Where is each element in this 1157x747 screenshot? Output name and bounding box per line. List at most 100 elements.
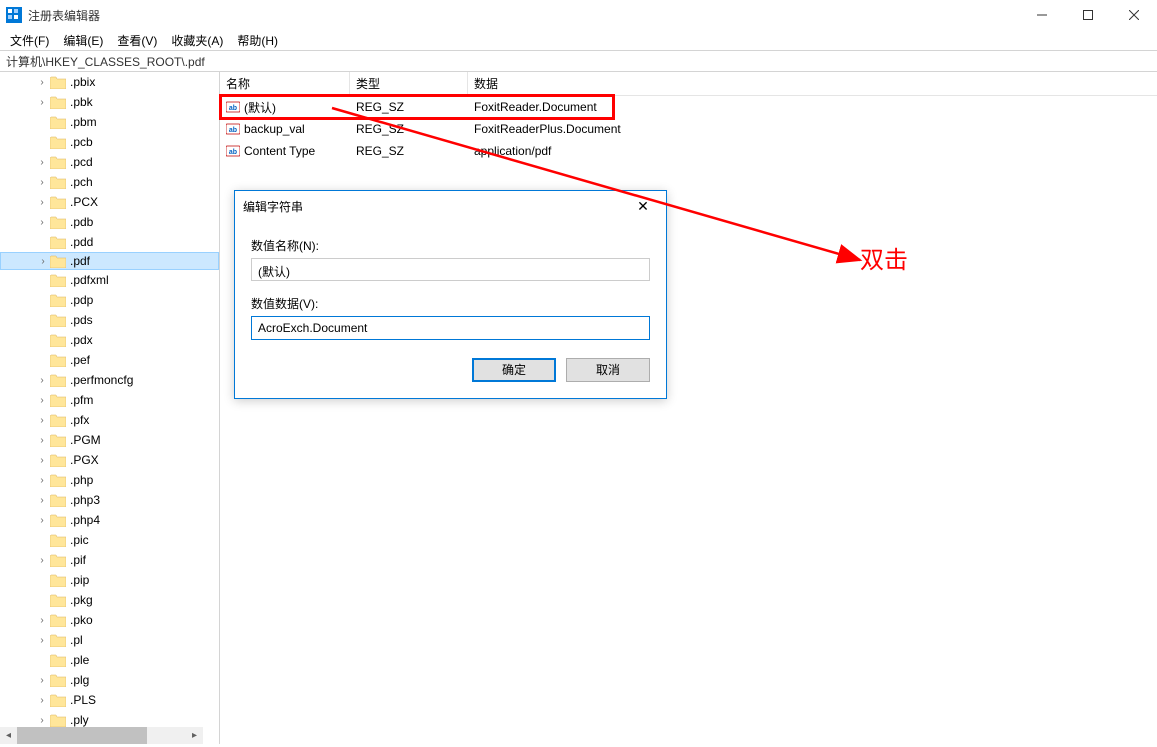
tree-item[interactable]: ›.PGM	[0, 430, 219, 450]
tree-item[interactable]: .pbm	[0, 112, 219, 132]
tree-item[interactable]: .pdp	[0, 290, 219, 310]
menu-help[interactable]: 帮助(H)	[231, 30, 284, 51]
svg-text:ab: ab	[229, 105, 237, 112]
chevron-right-icon[interactable]: ›	[36, 635, 48, 646]
list-header: 名称 类型 数据	[220, 72, 1157, 96]
tree-item[interactable]: › .pcd	[0, 152, 219, 172]
tree-item[interactable]: ›.php3	[0, 490, 219, 510]
tree-item[interactable]: ›.PCX	[0, 192, 219, 212]
tree-item[interactable]: ›.plg	[0, 670, 219, 690]
col-name[interactable]: 名称	[220, 72, 350, 95]
chevron-right-icon[interactable]: ›	[36, 197, 48, 208]
tree-item[interactable]: .pdx	[0, 330, 219, 350]
list-row[interactable]: abbackup_valREG_SZFoxitReaderPlus.Docume…	[220, 118, 1157, 140]
svg-text:ab: ab	[229, 127, 237, 134]
chevron-right-icon[interactable]: ›	[36, 157, 48, 168]
scroll-left-icon[interactable]: ◂	[0, 727, 17, 744]
tree-item-label: .php	[70, 473, 93, 487]
tree-item-label: .pko	[70, 613, 93, 627]
chevron-right-icon[interactable]: ›	[36, 555, 48, 566]
tree-item[interactable]: › .perfmoncfg	[0, 370, 219, 390]
chevron-right-icon[interactable]: ›	[36, 455, 48, 466]
tree-item[interactable]: .pdd	[0, 232, 219, 252]
tree-item[interactable]: › .pch	[0, 172, 219, 192]
tree-item[interactable]: ›.pdb	[0, 212, 219, 232]
chevron-right-icon[interactable]: ›	[36, 475, 48, 486]
close-button[interactable]	[1111, 0, 1157, 30]
cell-data: FoxitReaderPlus.Document	[468, 120, 1157, 138]
tree-item[interactable]: ›.pbk	[0, 92, 219, 112]
tree-item[interactable]: .pdfxml	[0, 270, 219, 290]
chevron-right-icon[interactable]: ›	[36, 495, 48, 506]
tree-item-label: .pdf	[70, 254, 90, 268]
tree-item[interactable]: › .pl	[0, 630, 219, 650]
dialog-title-text: 编辑字符串	[243, 198, 303, 215]
menu-file[interactable]: 文件(F)	[4, 30, 55, 51]
list-row[interactable]: ab(默认)REG_SZFoxitReader.Document	[220, 96, 1157, 118]
tree-item[interactable]: .pcb	[0, 132, 219, 152]
value-data-label: 数值数据(V):	[251, 295, 650, 312]
chevron-right-icon[interactable]: ›	[36, 97, 48, 108]
tree-item[interactable]: .pkg	[0, 590, 219, 610]
cell-name: ab(默认)	[220, 97, 350, 118]
cell-type: REG_SZ	[350, 142, 468, 160]
tree-item-label: .pfm	[70, 393, 93, 407]
chevron-right-icon[interactable]: ›	[36, 217, 48, 228]
chevron-right-icon[interactable]: ›	[36, 675, 48, 686]
tree-item-label: .ple	[70, 653, 89, 667]
tree-item-label: .pdd	[70, 235, 93, 249]
chevron-right-icon[interactable]: ›	[36, 695, 48, 706]
chevron-right-icon[interactable]: ›	[36, 415, 48, 426]
tree-item[interactable]: › .pdf	[0, 252, 219, 270]
tree-item-label: .perfmoncfg	[70, 373, 133, 387]
ok-button[interactable]: 确定	[472, 358, 556, 382]
scroll-thumb[interactable]	[17, 727, 147, 744]
addressbar[interactable]: 计算机\HKEY_CLASSES_ROOT\.pdf	[0, 50, 1157, 72]
col-data[interactable]: 数据	[468, 72, 1157, 95]
chevron-right-icon[interactable]: ›	[36, 77, 48, 88]
tree-item-label: .pip	[70, 573, 89, 587]
chevron-right-icon[interactable]: ›	[36, 435, 48, 446]
tree-item[interactable]: ›.PLS	[0, 690, 219, 710]
col-type[interactable]: 类型	[350, 72, 468, 95]
menu-view[interactable]: 查看(V)	[111, 30, 163, 51]
cancel-button[interactable]: 取消	[566, 358, 650, 382]
tree-item[interactable]: ›.PGX	[0, 450, 219, 470]
chevron-right-icon[interactable]: ›	[36, 715, 48, 726]
chevron-right-icon[interactable]: ›	[36, 515, 48, 526]
tree-item[interactable]: ›.pif	[0, 550, 219, 570]
tree-item[interactable]: ›.pfx	[0, 410, 219, 430]
tree-item-label: .pcd	[70, 155, 93, 169]
menu-favorites[interactable]: 收藏夹(A)	[165, 30, 229, 51]
tree-item-label: .pl	[70, 633, 83, 647]
tree-item[interactable]: ›.php4	[0, 510, 219, 530]
tree-item-label: .pbm	[70, 115, 97, 129]
chevron-right-icon[interactable]: ›	[36, 375, 48, 386]
chevron-right-icon[interactable]: ›	[36, 177, 48, 188]
minimize-button[interactable]	[1019, 0, 1065, 30]
tree-item[interactable]: .ple	[0, 650, 219, 670]
tree-item-label: .pds	[70, 313, 93, 327]
tree-item[interactable]: › .php	[0, 470, 219, 490]
tree-item-label: .pch	[70, 175, 93, 189]
tree-item[interactable]: ›.pbix	[0, 72, 219, 92]
chevron-right-icon[interactable]: ›	[36, 395, 48, 406]
dialog-titlebar[interactable]: 编辑字符串 ✕	[235, 191, 666, 221]
tree-item[interactable]: .pip	[0, 570, 219, 590]
tree-item[interactable]: › .pko	[0, 610, 219, 630]
tree-item[interactable]: .pef	[0, 350, 219, 370]
tree-hscrollbar[interactable]: ◂ ▸	[0, 727, 203, 744]
scroll-right-icon[interactable]: ▸	[186, 727, 203, 744]
tree-item[interactable]: › .pfm	[0, 390, 219, 410]
tree-item[interactable]: .pic	[0, 530, 219, 550]
list-row[interactable]: abContent TypeREG_SZapplication/pdf	[220, 140, 1157, 162]
dialog-close-button[interactable]: ✕	[628, 191, 658, 221]
chevron-right-icon[interactable]: ›	[37, 256, 49, 267]
maximize-button[interactable]	[1065, 0, 1111, 30]
value-name-field: (默认)	[251, 258, 650, 281]
value-data-input[interactable]	[251, 316, 650, 340]
chevron-right-icon[interactable]: ›	[36, 615, 48, 626]
menu-edit[interactable]: 编辑(E)	[57, 30, 109, 51]
menubar: 文件(F) 编辑(E) 查看(V) 收藏夹(A) 帮助(H)	[0, 30, 1157, 50]
tree-item[interactable]: .pds	[0, 310, 219, 330]
